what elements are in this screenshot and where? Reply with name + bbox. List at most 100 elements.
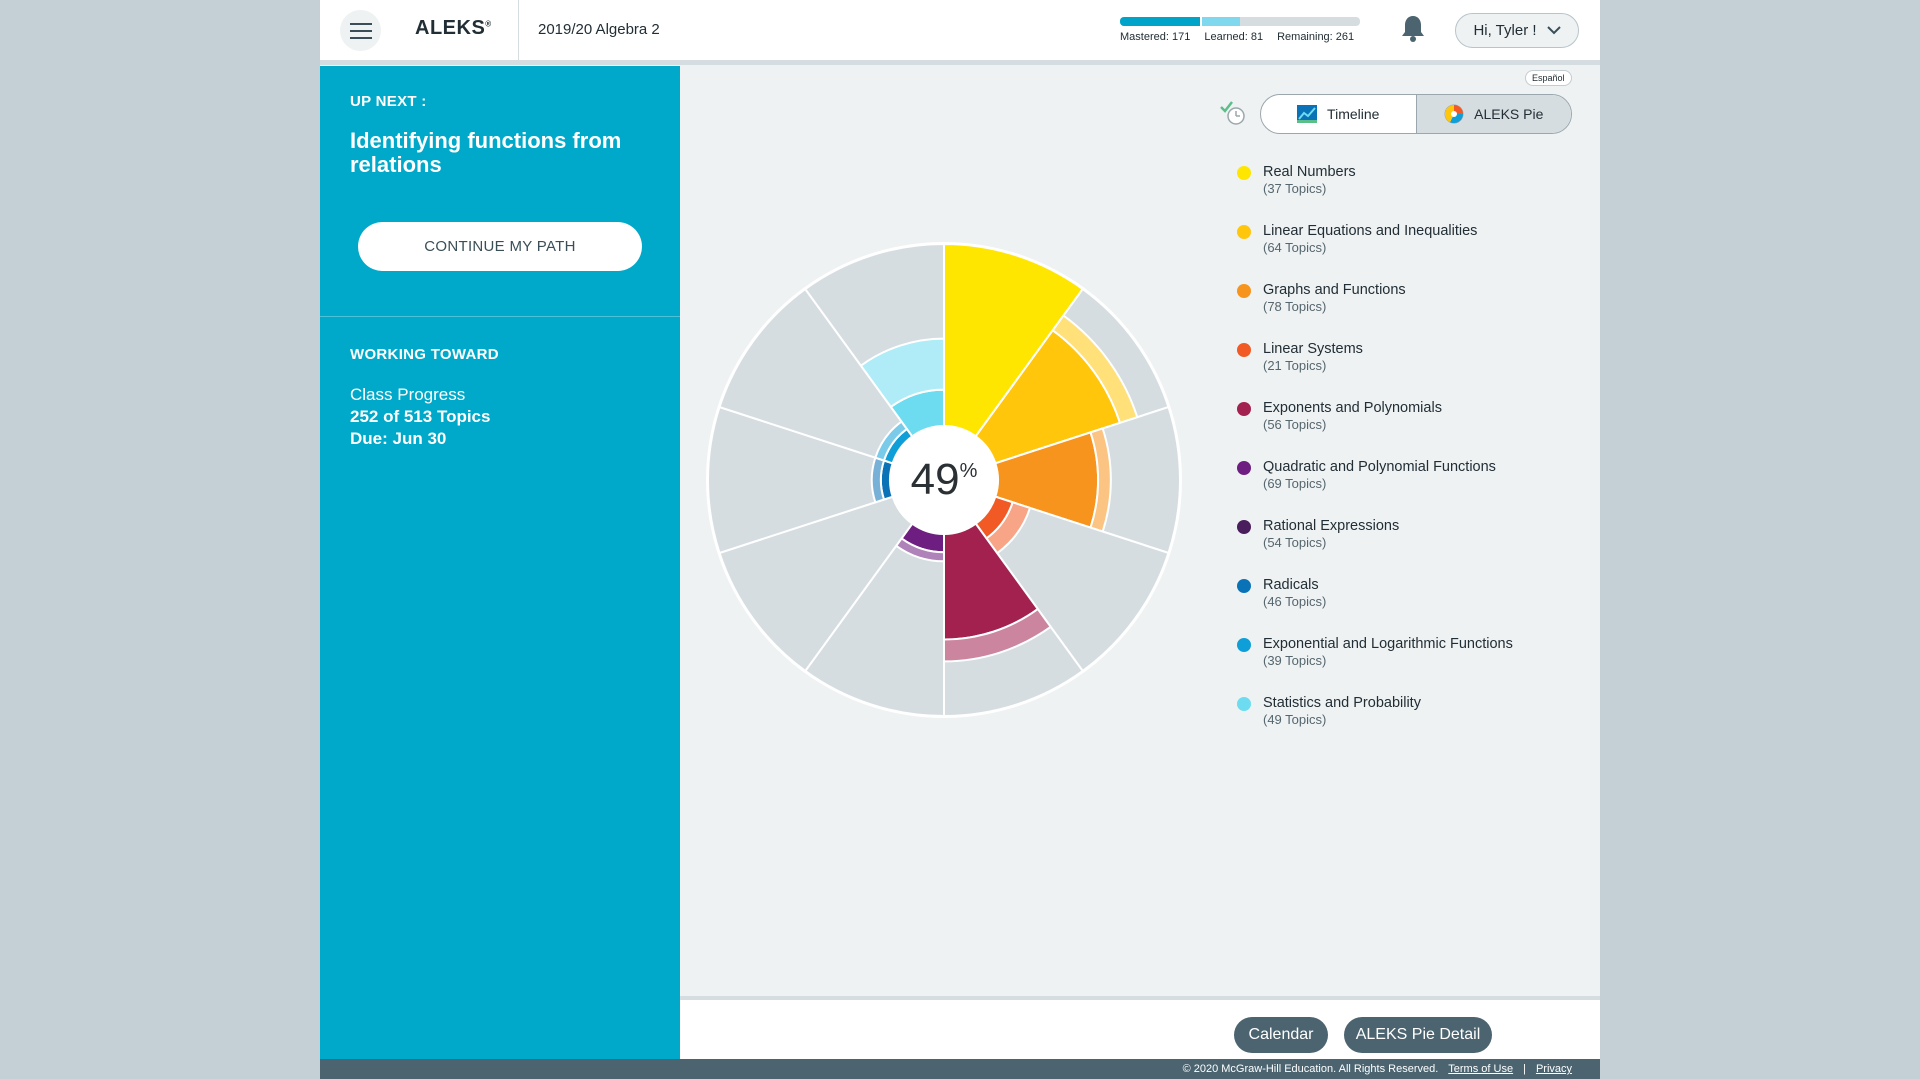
legend-text: Real Numbers (37 Topics): [1263, 163, 1356, 197]
up-next-label: UP NEXT :: [350, 93, 427, 110]
terms-of-use-link[interactable]: Terms of Use: [1448, 1063, 1513, 1075]
legend-item[interactable]: Linear Equations and Inequalities (64 Top…: [1237, 222, 1577, 281]
legend-color-dot: [1237, 402, 1251, 416]
legend-category-name: Graphs and Functions: [1263, 282, 1406, 298]
progress-labels: Mastered: 171 Learned: 81 Remaining: 261: [1120, 31, 1354, 43]
legend-item[interactable]: Radicals (46 Topics): [1237, 576, 1577, 635]
legend-text: Rational Expressions (54 Topics): [1263, 517, 1399, 551]
legend-topic-count: (39 Topics): [1263, 653, 1327, 668]
bell-icon: [1402, 16, 1424, 42]
continue-my-path-button[interactable]: CONTINUE MY PATH: [358, 222, 642, 271]
legend-item[interactable]: Statistics and Probability (49 Topics): [1237, 694, 1577, 753]
progress-learned-segment: [1199, 17, 1240, 26]
legend-item[interactable]: Rational Expressions (54 Topics): [1237, 517, 1577, 576]
app-window: ALEKS® 2019/20 Algebra 2 Mastered: 171 L…: [320, 0, 1600, 1079]
progress-mastered-segment: [1120, 17, 1200, 26]
legend-text: Linear Systems (21 Topics): [1263, 340, 1363, 374]
due-date: Due: Jun 30: [350, 429, 447, 448]
legend-item[interactable]: Exponents and Polynomials (56 Topics): [1237, 399, 1577, 458]
legend-topic-count: (37 Topics): [1263, 181, 1327, 196]
remaining-stat: Remaining: 261: [1277, 31, 1355, 43]
tab-aleks-pie-label: ALEKS Pie: [1474, 106, 1544, 122]
progress-bar: [1120, 17, 1360, 26]
legend-color-dot: [1237, 579, 1251, 593]
legend-text: Statistics and Probability (49 Topics): [1263, 694, 1421, 728]
footer: © 2020 McGraw-Hill Education. All Rights…: [320, 1059, 1600, 1079]
tab-aleks-pie[interactable]: ALEKS Pie: [1415, 95, 1571, 133]
legend-text: Graphs and Functions (78 Topics): [1263, 281, 1406, 315]
legend-topic-count: (69 Topics): [1263, 476, 1327, 491]
copyright-text: © 2020 McGraw-Hill Education. All Rights…: [1182, 1063, 1439, 1075]
legend-topic-count: (56 Topics): [1263, 417, 1327, 432]
tab-timeline[interactable]: Timeline: [1261, 95, 1416, 133]
timeline-chart-icon: [1297, 105, 1318, 123]
legend-color-dot: [1237, 343, 1251, 357]
aleks-pie-chart: 49%: [704, 240, 1184, 720]
chevron-down-icon: [1546, 26, 1561, 35]
legend-category-name: Linear Equations and Inequalities: [1263, 223, 1478, 239]
legend-color-dot: [1237, 697, 1251, 711]
legend-color-dot: [1237, 284, 1251, 298]
pie-chart-icon: [1444, 104, 1464, 124]
legend-category-name: Exponential and Logarithmic Functions: [1263, 636, 1513, 652]
user-greeting: Hi, Tyler !: [1473, 22, 1537, 39]
header: ALEKS® 2019/20 Algebra 2 Mastered: 171 L…: [320, 0, 1600, 65]
learned-stat: Learned: 81: [1204, 31, 1264, 43]
class-progress: Class Progress 252 of 513 Topics Due: Ju…: [350, 384, 490, 450]
legend-text: Exponents and Polynomials (56 Topics): [1263, 399, 1442, 433]
legend-category-name: Real Numbers: [1263, 164, 1356, 180]
legend-item[interactable]: Linear Systems (21 Topics): [1237, 340, 1577, 399]
legend-color-dot: [1237, 461, 1251, 475]
tab-timeline-label: Timeline: [1327, 106, 1380, 122]
legend-color-dot: [1237, 166, 1251, 180]
legend-category-name: Statistics and Probability: [1263, 695, 1421, 711]
legend-category-name: Linear Systems: [1263, 341, 1363, 357]
aleks-pie-svg: [706, 242, 1182, 718]
legend-topic-count: (78 Topics): [1263, 299, 1327, 314]
sidebar: UP NEXT : Identifying functions from rel…: [320, 66, 680, 1059]
aleks-pie-detail-button[interactable]: ALEKS Pie Detail: [1344, 1017, 1492, 1053]
legend-text: Radicals (46 Topics): [1263, 576, 1326, 610]
calendar-button[interactable]: Calendar: [1234, 1017, 1328, 1053]
legend-color-dot: [1237, 520, 1251, 534]
legend-category-name: Rational Expressions: [1263, 518, 1400, 534]
hamburger-icon: [349, 22, 372, 39]
legend-text: Linear Equations and Inequalities (64 Top…: [1263, 222, 1477, 256]
class-progress-label: Class Progress: [350, 385, 466, 404]
pie-legend: Real Numbers (37 Topics) Linear Equations …: [1237, 163, 1577, 753]
topics-progress: 252 of 513 Topics: [350, 407, 491, 426]
legend-topic-count: (21 Topics): [1263, 358, 1327, 373]
working-toward-label: WORKING TOWARD: [350, 346, 499, 363]
mastered-stat: Mastered: 171: [1120, 31, 1191, 43]
check-clock-icon[interactable]: [1218, 98, 1248, 128]
course-title: 2019/20 Algebra 2: [538, 21, 660, 38]
legend-item[interactable]: Quadratic and Polynomial Functions (69 To…: [1237, 458, 1577, 517]
legend-color-dot: [1237, 225, 1251, 239]
legend-topic-count: (64 Topics): [1263, 240, 1327, 255]
legend-category-name: Radicals: [1263, 577, 1319, 593]
legend-text: Quadratic and Polynomial Functions (69 To…: [1263, 458, 1496, 492]
user-menu-button[interactable]: Hi, Tyler !: [1455, 13, 1579, 48]
espanol-button[interactable]: Español: [1525, 70, 1572, 86]
legend-category-name: Quadratic and Polynomial Functions: [1263, 459, 1496, 475]
bottom-action-bar: Calendar ALEKS Pie Detail: [680, 996, 1600, 1063]
menu-button[interactable]: [340, 10, 381, 51]
footer-separator: |: [1523, 1063, 1526, 1075]
header-divider: [518, 0, 519, 60]
legend-item[interactable]: Real Numbers (37 Topics): [1237, 163, 1577, 222]
legend-topic-count: (54 Topics): [1263, 535, 1327, 550]
legend-item[interactable]: Graphs and Functions (78 Topics): [1237, 281, 1577, 340]
legend-category-name: Exponents and Polynomials: [1263, 400, 1442, 416]
pie-center-circle: [890, 426, 998, 534]
view-toggle: Timeline ALEKS Pie: [1260, 94, 1572, 134]
notifications-button[interactable]: [1400, 14, 1426, 42]
aleks-logo: ALEKS®: [415, 17, 492, 39]
sidebar-divider: [320, 316, 680, 317]
legend-item[interactable]: Exponential and Logarithmic Functions (39…: [1237, 635, 1577, 694]
legend-topic-count: (46 Topics): [1263, 594, 1327, 609]
legend-topic-count: (49 Topics): [1263, 712, 1327, 727]
privacy-link[interactable]: Privacy: [1536, 1063, 1572, 1075]
legend-color-dot: [1237, 638, 1251, 652]
legend-text: Exponential and Logarithmic Functions (39…: [1263, 635, 1513, 669]
up-next-topic: Identifying functions from relations: [350, 128, 622, 177]
